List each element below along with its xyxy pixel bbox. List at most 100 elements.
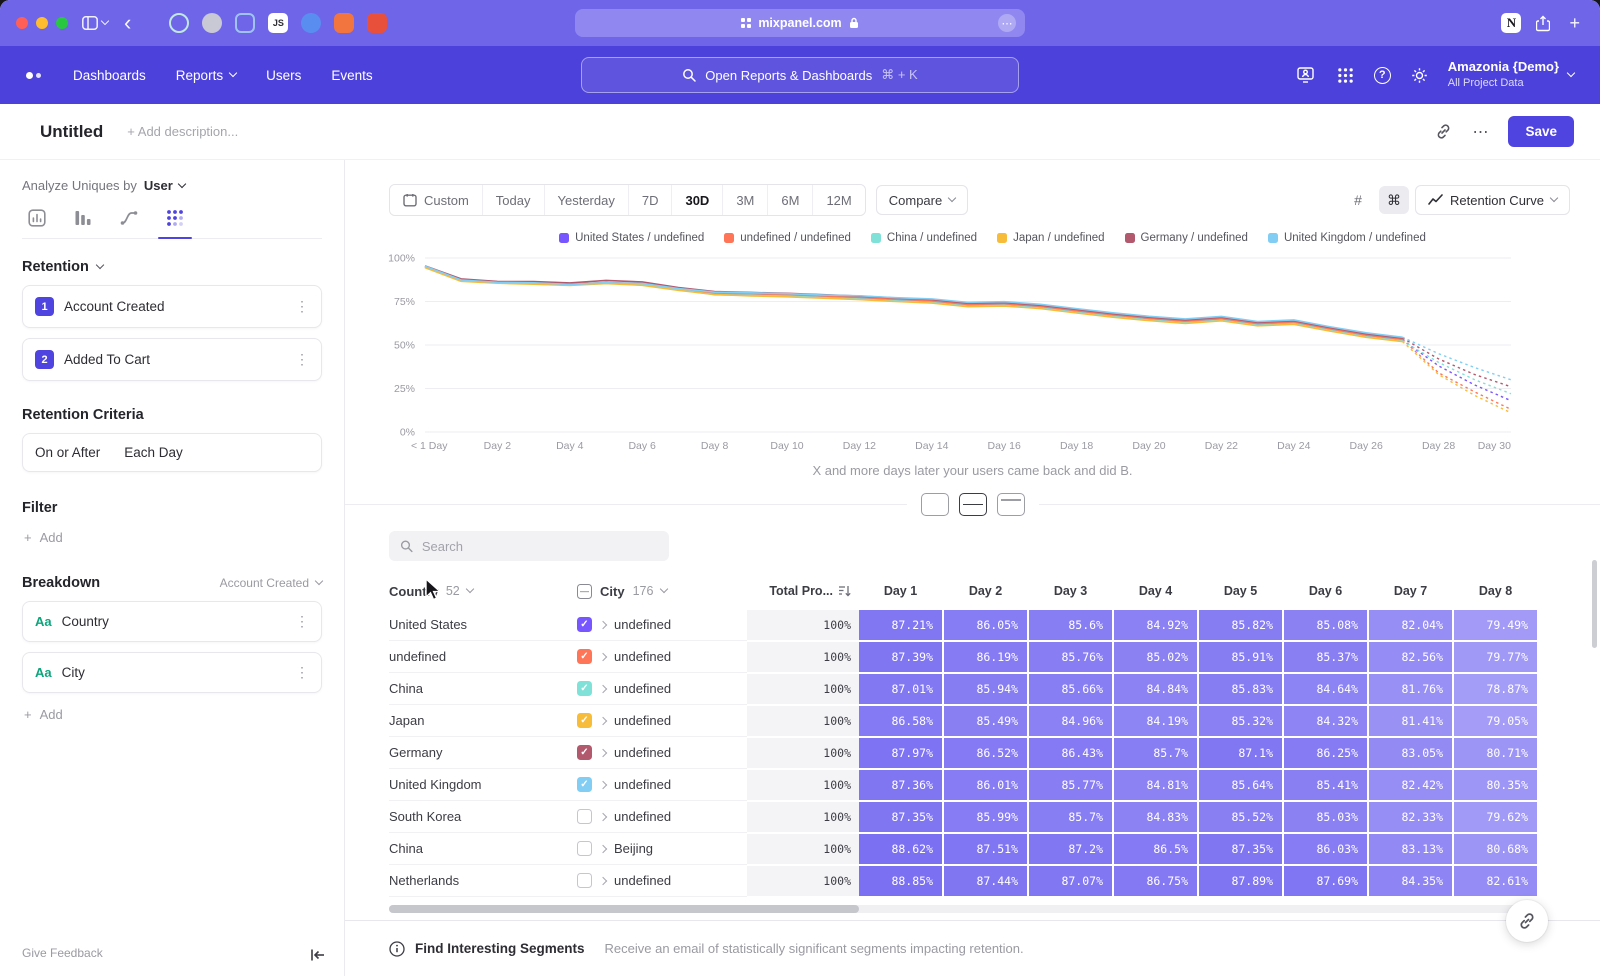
retention-cell[interactable]: 87.89% (1199, 866, 1282, 896)
nav-users[interactable]: Users (266, 68, 301, 83)
country-column-header[interactable]: Country 52 (389, 584, 577, 599)
retention-cell[interactable]: 87.2% (1029, 834, 1112, 864)
retention-cell[interactable]: 85.94% (944, 674, 1027, 704)
retention-cell[interactable]: 86.52% (944, 738, 1027, 768)
retention-cell[interactable]: 86.58% (859, 706, 942, 736)
date-range-30d[interactable]: 30D (671, 185, 722, 215)
day-column-header[interactable]: Day 8 (1454, 584, 1537, 598)
chevron-right-icon[interactable] (599, 716, 607, 724)
day-column-header[interactable]: Day 4 (1114, 584, 1197, 598)
save-button[interactable]: Save (1508, 116, 1574, 147)
legend-item[interactable]: United Kingdom / undefined (1268, 232, 1426, 244)
report-title[interactable]: Untitled (40, 122, 103, 142)
share-icon[interactable] (1536, 15, 1550, 32)
retention-cell[interactable]: 82.56% (1369, 642, 1452, 672)
retention-cell[interactable]: 86.5% (1114, 834, 1197, 864)
retention-cell[interactable]: 80.68% (1454, 834, 1537, 864)
absolute-numbers-toggle[interactable]: # (1343, 186, 1373, 214)
fullscreen-window-button[interactable] (56, 17, 68, 29)
retention-cell[interactable]: 84.64% (1284, 674, 1367, 704)
retention-cell[interactable]: 84.84% (1114, 674, 1197, 704)
criteria-condition-selector[interactable]: On or After (35, 445, 100, 460)
date-range-12m[interactable]: 12M (812, 185, 864, 215)
vertical-scrollbar[interactable] (1592, 560, 1597, 648)
row-checkbox[interactable]: ✓ (577, 617, 592, 632)
chevron-right-icon[interactable] (599, 620, 607, 628)
retention-cell[interactable]: 84.19% (1114, 706, 1197, 736)
global-search[interactable]: Open Reports & Dashboards ⌘ + K (581, 57, 1019, 93)
table-only-view-toggle[interactable] (997, 493, 1025, 516)
notion-icon[interactable]: N (1501, 13, 1521, 33)
date-range-custom[interactable]: Custom (390, 185, 482, 215)
retention-cell[interactable]: 85.32% (1199, 706, 1282, 736)
retention-cell[interactable]: 85.99% (944, 802, 1027, 832)
retention-cell[interactable]: 82.33% (1369, 802, 1452, 832)
table-search[interactable] (389, 531, 669, 561)
legend-item[interactable]: Japan / undefined (997, 232, 1104, 244)
breakdown-context-selector[interactable]: Account Created (220, 576, 322, 590)
share-report-button[interactable] (1506, 900, 1548, 942)
retention-cell[interactable]: 80.71% (1454, 738, 1537, 768)
extension-icon[interactable] (301, 13, 321, 33)
row-checkbox[interactable] (577, 809, 592, 824)
row-checkbox[interactable]: ✓ (577, 777, 592, 792)
mixpanel-logo[interactable] (26, 72, 41, 79)
legend-item[interactable]: United States / undefined (559, 232, 704, 244)
retention-cell[interactable]: 82.42% (1369, 770, 1452, 800)
retention-cell[interactable]: 84.35% (1369, 866, 1452, 896)
retention-cell[interactable]: 79.05% (1454, 706, 1537, 736)
retention-cell[interactable]: 81.76% (1369, 674, 1452, 704)
copy-link-icon[interactable] (1435, 123, 1452, 140)
retention-cell[interactable]: 83.13% (1369, 834, 1452, 864)
retention-cell[interactable]: 87.44% (944, 866, 1027, 896)
extension-icon[interactable]: JS (268, 13, 288, 33)
date-range-7d[interactable]: 7D (628, 185, 672, 215)
back-button[interactable]: ‹ (120, 12, 135, 34)
add-filter-button[interactable]: + Add (22, 530, 322, 545)
help-icon[interactable]: ? (1374, 67, 1391, 84)
retention-cell[interactable]: 85.7% (1029, 802, 1112, 832)
legend-item[interactable]: China / undefined (871, 232, 977, 244)
extension-icon[interactable] (202, 13, 222, 33)
tab-insights[interactable] (28, 209, 46, 227)
minimize-window-button[interactable] (36, 17, 48, 29)
retention-cell[interactable]: 86.01% (944, 770, 1027, 800)
retention-cell[interactable]: 84.32% (1284, 706, 1367, 736)
add-description-field[interactable]: + Add description... (127, 124, 238, 139)
extension-icon[interactable] (367, 13, 387, 33)
retention-cell[interactable]: 79.49% (1454, 610, 1537, 640)
chart-type-selector[interactable]: Retention Curve (1415, 185, 1570, 215)
day-column-header[interactable]: Day 3 (1029, 584, 1112, 598)
row-checkbox[interactable]: ✓ (577, 713, 592, 728)
retention-section-heading[interactable]: Retention (22, 259, 322, 275)
retention-cell[interactable]: 85.66% (1029, 674, 1112, 704)
retention-cell[interactable]: 85.77% (1029, 770, 1112, 800)
retention-cell[interactable]: 83.05% (1369, 738, 1452, 768)
legend-item[interactable]: Germany / undefined (1125, 232, 1248, 244)
kebab-menu-icon[interactable]: ⋮ (295, 351, 309, 368)
retention-step-2[interactable]: 2 Added To Cart ⋮ (22, 338, 322, 381)
retention-cell[interactable]: 87.97% (859, 738, 942, 768)
tab-funnels[interactable] (74, 209, 92, 227)
date-range-yesterday[interactable]: Yesterday (544, 185, 628, 215)
browser-sidebar-toggle-icon[interactable] (82, 16, 108, 30)
add-breakdown-button[interactable]: + Add (22, 707, 322, 722)
kebab-menu-icon[interactable]: ⋮ (295, 298, 309, 315)
retention-cell[interactable]: 85.91% (1199, 642, 1282, 672)
retention-cell[interactable]: 86.19% (944, 642, 1027, 672)
kebab-menu-icon[interactable]: ⋮ (295, 613, 309, 630)
breakdown-country[interactable]: Aa Country ⋮ (22, 601, 322, 642)
retention-cell[interactable]: 86.43% (1029, 738, 1112, 768)
chevron-right-icon[interactable] (599, 748, 607, 756)
row-checkbox[interactable]: ✓ (577, 681, 592, 696)
retention-cell[interactable]: 86.03% (1284, 834, 1367, 864)
retention-cell[interactable]: 87.39% (859, 642, 942, 672)
retention-cell[interactable]: 80.35% (1454, 770, 1537, 800)
retention-cell[interactable]: 87.1% (1199, 738, 1282, 768)
legend-item[interactable]: undefined / undefined (724, 232, 851, 244)
give-feedback-link[interactable]: Give Feedback (22, 946, 103, 960)
retention-cell[interactable]: 87.21% (859, 610, 942, 640)
chevron-right-icon[interactable] (599, 876, 607, 884)
retention-cell[interactable]: 86.25% (1284, 738, 1367, 768)
find-segments-title[interactable]: Find Interesting Segments (415, 941, 585, 956)
